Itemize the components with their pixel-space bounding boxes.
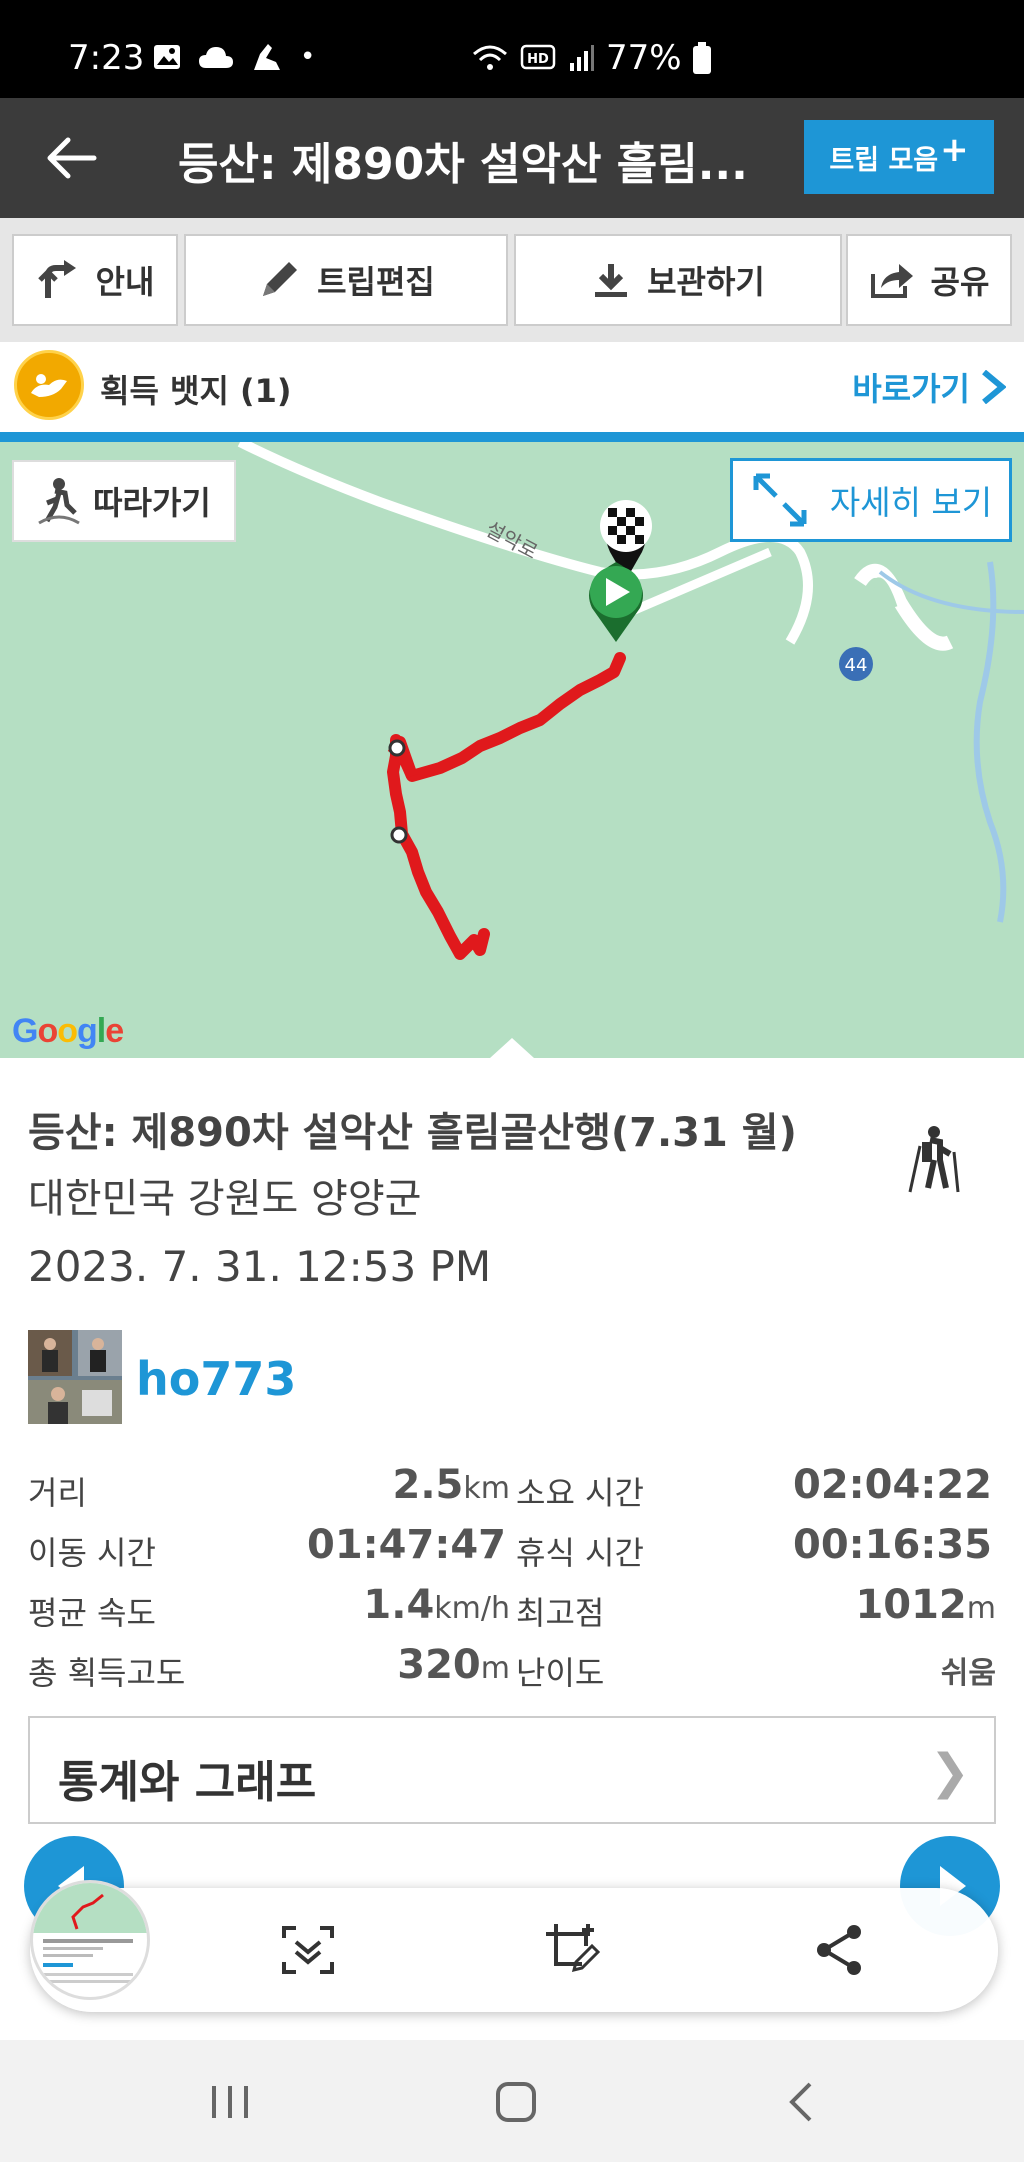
max-altitude-label: 최고점 [516,1594,605,1632]
route-track [387,652,626,960]
detail-view-button[interactable]: 자세히 보기 [730,458,1012,542]
route-map[interactable]: 설악로 44 따라가기 자세히 보기 Google [0,442,1024,1058]
badge-row[interactable]: 획득 뱃지 (1) 바로가기 [0,342,1024,432]
elevation-gain-label: 총 획득고도 [28,1654,186,1692]
follow-label: 따라가기 [93,484,211,522]
cloud-icon [199,47,233,68]
plus-icon: + [940,130,969,170]
trip-location: 대한민국 강원도 양양군 [28,1176,422,1222]
battery-percent: 77% [606,38,682,78]
detail-view-label: 자세히 보기 [829,483,993,522]
trip-collection-button[interactable]: 트립 모음 + [804,120,994,194]
badge-label: 획득 뱃지 (1) [100,372,292,410]
road-label: 설악로 [482,517,542,564]
share-icon[interactable] [810,1920,870,1980]
screenshot-toolbar [30,1880,998,2012]
home-icon[interactable] [490,2078,542,2126]
battery-icon [692,42,711,74]
waypoint-marker [390,826,408,844]
avg-speed-label: 평균 속도 [28,1594,156,1632]
share-label: 공유 [930,263,990,301]
map-pointer-notch [490,1038,534,1058]
hiker-icon [908,1126,960,1193]
trip-datetime: 2023. 7. 31. 12:53 PM [28,1242,492,1291]
distance-value: 2.5km [392,1462,510,1508]
route-number: 44 [845,655,868,676]
guide-button[interactable]: 안내 [12,234,178,326]
follow-button[interactable]: 따라가기 [12,460,236,542]
duration-label: 소요 시간 [516,1474,644,1512]
back-button[interactable] [40,126,104,190]
rest-time-label: 휴식 시간 [516,1534,644,1572]
difficulty-value: 쉬움 [940,1656,996,1691]
trip-collection-label: 트립 모음 [829,144,939,176]
rest-time-value: 00:16:35 [793,1522,992,1568]
wifi-icon [473,45,507,70]
trip-title: 등산: 제890차 설악산 흘림골산행(7.31 월) [28,1110,797,1156]
crop-edit-icon[interactable] [542,1920,602,1980]
share-button[interactable]: 공유 [846,234,1012,326]
turn-arrow-icon [37,260,76,298]
max-altitude-value: 1012m [855,1582,996,1628]
save-label: 보관하기 [647,263,765,301]
back-icon[interactable] [776,2078,828,2126]
pencil-icon [263,262,298,296]
stats-graph-button[interactable]: 통계와 그래프 ❯ [28,1716,996,1824]
google-logo: Google [12,1012,124,1050]
dot-icon: • [300,42,316,72]
download-icon [595,264,628,297]
status-bar: 7:23 • HD 77% [0,0,1024,98]
moving-time-value: 01:47:47 [307,1522,506,1568]
edit-trip-button[interactable]: 트립편집 [184,234,508,326]
back-arrow-icon [47,137,97,179]
recent-apps-icon[interactable] [204,2078,256,2126]
gallery-icon [154,45,180,69]
system-nav-bar [0,2040,1024,2162]
elevation-gain-value: 320m [397,1642,510,1688]
expand-icon [753,473,807,527]
shoe-icon [254,44,280,70]
user-avatar[interactable] [28,1330,122,1424]
avg-speed-value: 1.4km/h [363,1582,510,1628]
chevron-right-icon [982,370,1006,404]
share-export-icon [870,264,913,298]
difficulty-label: 난이도 [516,1654,605,1692]
hd-voice-icon: HD [520,44,556,70]
guide-label: 안내 [95,263,155,301]
waypoint-marker [388,739,406,757]
stats-graph-label: 통계와 그래프 [58,1757,317,1808]
action-toolbar: 안내 트립편집 보관하기 공유 [0,218,1024,342]
badge-icon [14,350,84,420]
walking-person-icon [38,478,80,525]
edit-trip-label: 트립편집 [317,263,435,301]
username-link[interactable]: ho773 [136,1352,296,1406]
screenshot-thumbnail[interactable] [30,1880,150,2000]
save-button[interactable]: 보관하기 [514,234,842,326]
badge-shortcut-label: 바로가기 [852,370,970,408]
moving-time-label: 이동 시간 [28,1534,156,1572]
status-time: 7:23 [68,38,145,78]
signal-icon [570,45,594,71]
title-bar: 등산: 제890차 설악산 흘림... 트립 모음 + [0,98,1024,218]
distance-label: 거리 [28,1474,87,1512]
scroll-capture-icon[interactable] [278,1920,338,1980]
badge-shortcut-link[interactable]: 바로가기 [852,364,1006,410]
page-title: 등산: 제890차 설악산 흘림... [178,139,748,190]
divider [0,432,1024,442]
duration-value: 02:04:22 [793,1462,992,1508]
chevron-right-icon: ❯ [929,1744,970,1800]
svg-text:HD: HD [527,52,549,67]
